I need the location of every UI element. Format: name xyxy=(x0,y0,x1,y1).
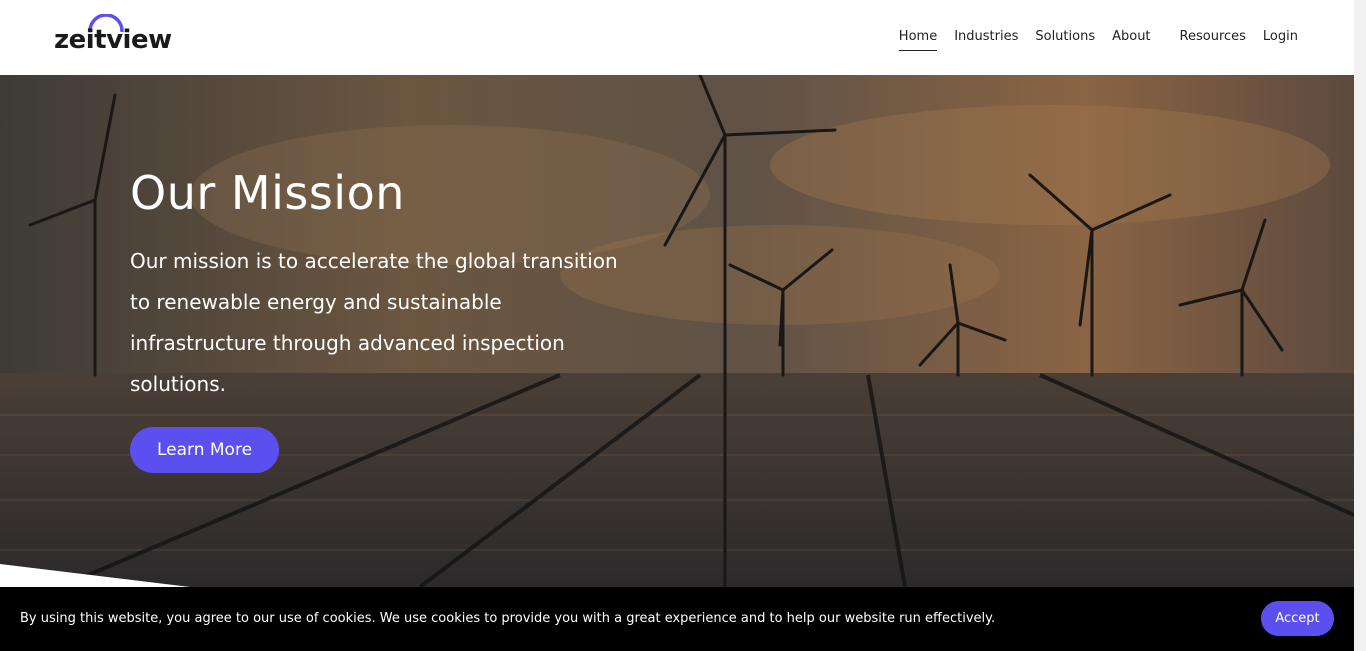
nav-industries[interactable]: Industries xyxy=(954,28,1018,51)
main-nav: Home Industries Solutions About Resource… xyxy=(882,28,1298,51)
nav-home[interactable]: Home xyxy=(898,28,938,51)
section-divider-wedge xyxy=(0,564,190,587)
zeitview-logo[interactable]: zeitview xyxy=(54,14,172,56)
hero-section: Our Mission Our mission is to accelerate… xyxy=(0,75,1354,587)
cookie-banner-text: By using this website, you agree to our … xyxy=(20,611,996,626)
learn-more-button[interactable]: Learn More xyxy=(130,427,279,473)
site-header: zeitview Home Industries Solutions About… xyxy=(0,0,1354,75)
nav-about[interactable]: About xyxy=(1112,28,1150,51)
hero-description: Our mission is to accelerate the global … xyxy=(130,249,618,396)
hero-title: Our Mission xyxy=(130,166,405,220)
logo-text: zeitview xyxy=(54,25,172,55)
cookie-banner: By using this website, you agree to our … xyxy=(0,587,1354,651)
accept-cookies-button[interactable]: Accept xyxy=(1261,601,1334,636)
nav-resources[interactable]: Resources xyxy=(1180,28,1246,51)
nav-login[interactable]: Login xyxy=(1263,28,1298,51)
nav-solutions[interactable]: Solutions xyxy=(1035,28,1095,51)
page-scrollbar[interactable] xyxy=(1354,0,1366,651)
